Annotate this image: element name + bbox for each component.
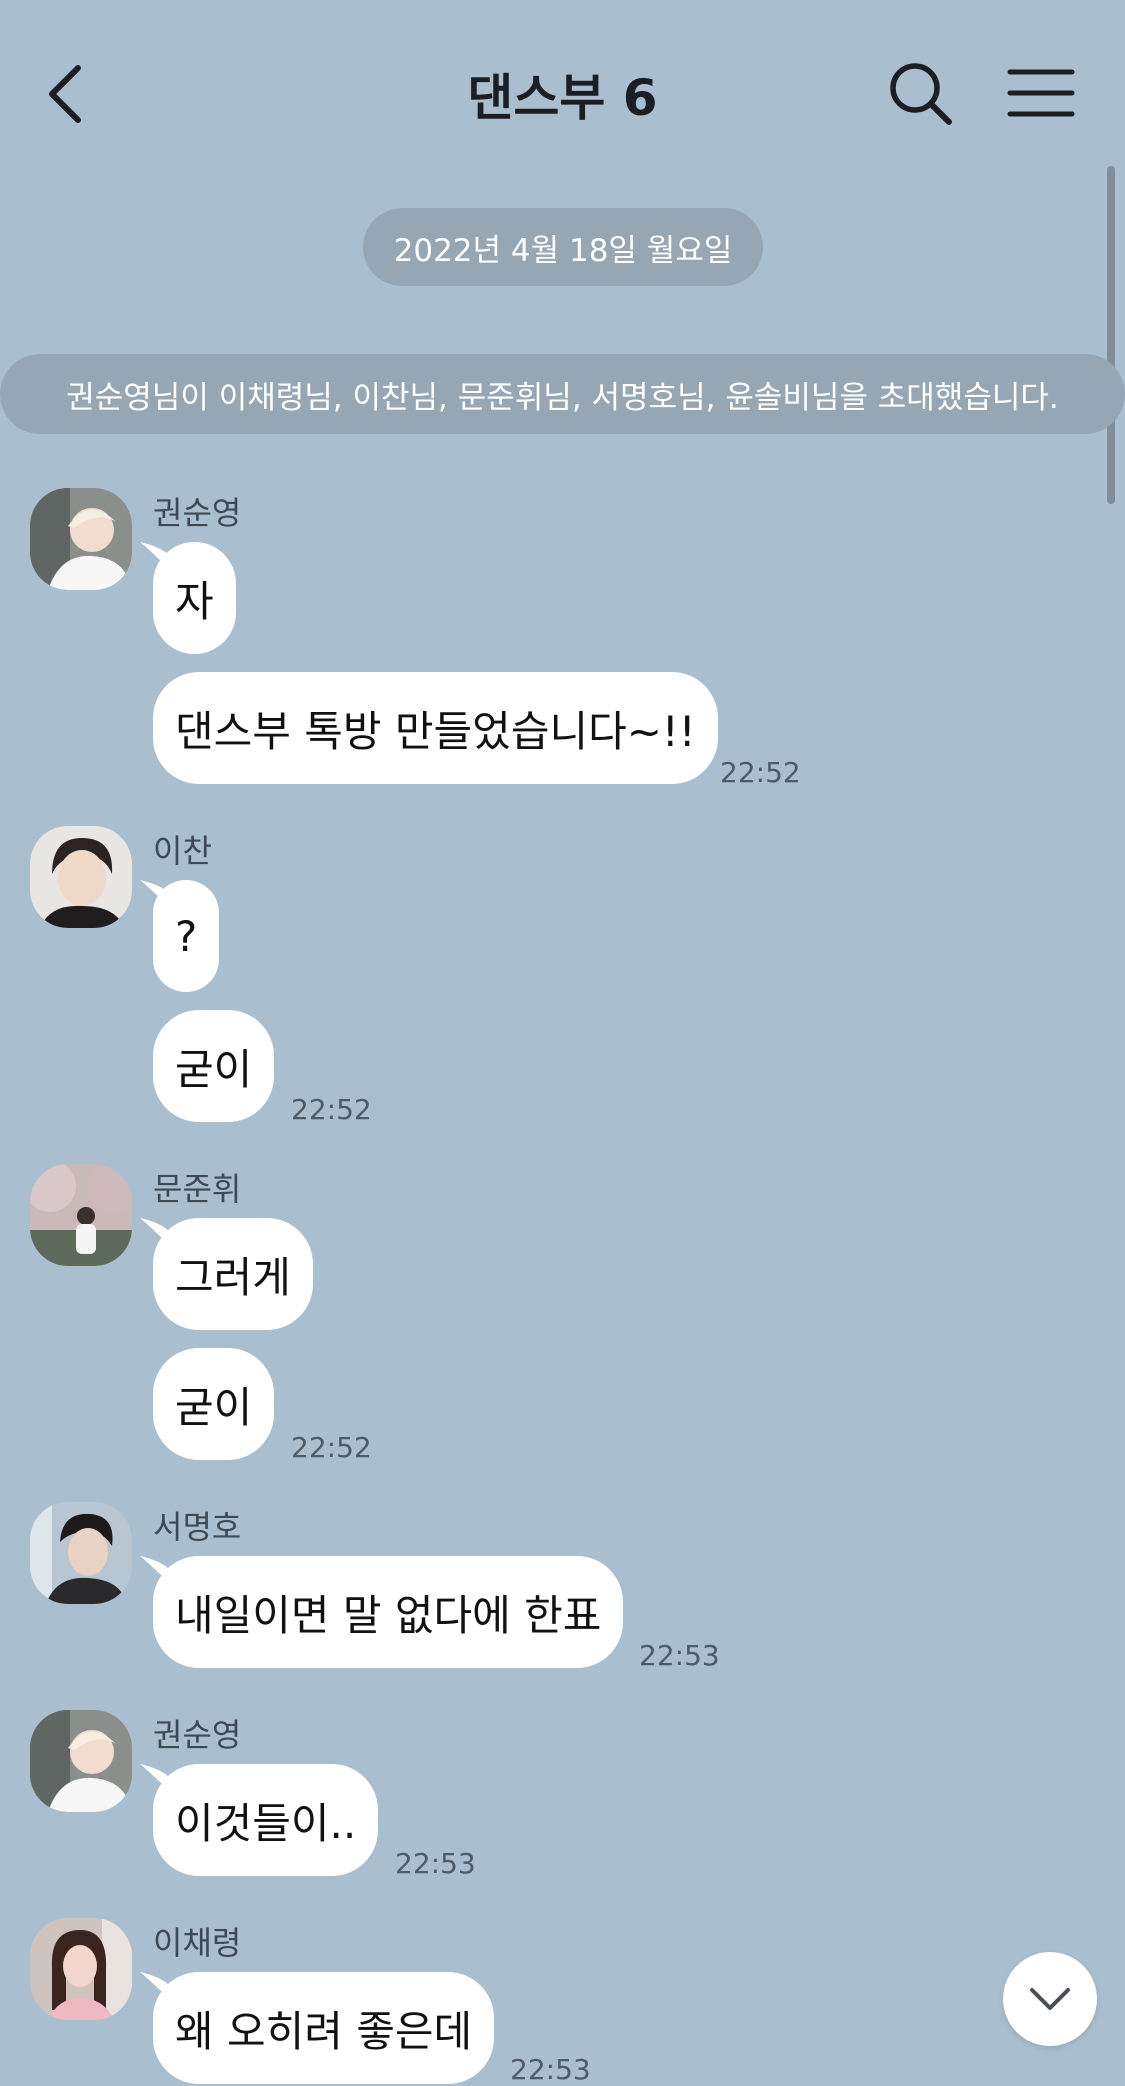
message-time: 22:53 [639,1639,720,1672]
message-time: 22:52 [720,756,801,789]
menu-button[interactable] [1004,62,1078,124]
message-bubble[interactable]: ? [153,880,220,992]
message-bubble[interactable]: 왜 오히려 좋은데 [153,1972,495,2084]
avatar[interactable] [30,1918,132,2020]
message-bubble[interactable]: 그러게 [153,1218,313,1330]
sender-name: 이채령 [153,1924,242,1962]
avatar[interactable] [30,1502,132,1604]
message-time: 22:52 [291,1431,372,1464]
message-bubble[interactable]: 굳이 [153,1010,275,1122]
avatar[interactable] [30,1164,132,1266]
message-bubble[interactable]: 내일이면 말 없다에 한표 [153,1556,624,1668]
message-bubble[interactable]: 이것들이.. [153,1764,379,1876]
message-time: 22:53 [395,1847,476,1880]
message-bubble[interactable]: 자 [153,542,236,654]
chat-header: 댄스부 6 [0,0,1125,185]
scrollbar[interactable] [1107,166,1115,504]
avatar[interactable] [30,488,132,590]
avatar[interactable] [30,826,132,928]
avatar[interactable] [30,1710,132,1812]
sender-name: 문준휘 [153,1170,242,1208]
search-button[interactable] [885,58,957,130]
message-time: 22:52 [291,1093,372,1126]
message-bubble[interactable]: 굳이 [153,1348,275,1460]
sender-name: 권순영 [153,494,242,532]
sender-name: 권순영 [153,1716,242,1754]
hamburger-menu-icon [1007,69,1075,117]
sender-name: 이찬 [153,832,212,870]
sender-name: 서명호 [153,1508,242,1546]
search-icon [890,63,952,125]
chevron-down-icon [1030,1988,1070,2010]
date-divider: 2022년 4월 18일 월요일 [363,208,763,286]
message-time: 22:53 [510,2053,591,2086]
message-bubble[interactable]: 댄스부 톡방 만들었습니다~!! [153,672,718,784]
system-notice: 권순영님이 이채령님, 이찬님, 문준휘님, 서명호님, 윤솔비님을 초대했습니… [0,354,1125,434]
scroll-to-bottom-button[interactable] [1003,1952,1097,2046]
